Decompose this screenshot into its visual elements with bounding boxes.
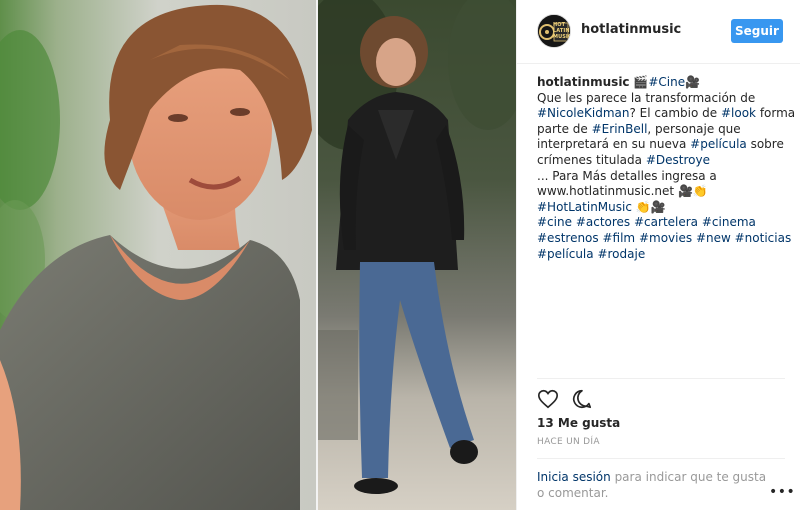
post-image[interactable] bbox=[0, 0, 516, 510]
closeup-illustration bbox=[0, 0, 316, 510]
hashtag-link[interactable]: #NicoleKidman bbox=[537, 106, 630, 120]
post-side-panel: HOT LATIN MUSIC hotlatinmusic Seguir hot… bbox=[516, 0, 800, 510]
hashtag-link[interactable]: #película bbox=[690, 137, 747, 151]
more-options-icon[interactable]: ••• bbox=[769, 484, 795, 500]
caption-line-6: crímenes titulada #Destroye bbox=[537, 153, 789, 169]
hashtag-link[interactable]: #estrenos bbox=[537, 231, 599, 245]
camera-clap-icon: 🎥👏 bbox=[677, 184, 708, 199]
caption-text: interpretará en su nueva bbox=[537, 137, 691, 152]
hashtag-link[interactable]: #HotLatinMusic bbox=[537, 200, 632, 214]
caption-text: sobre bbox=[746, 137, 784, 152]
hashtag-link[interactable]: #cinema bbox=[702, 215, 756, 229]
caption-text: parte de bbox=[537, 121, 592, 136]
caption-line-8: www.hotlatinmusic.net 🎥👏 bbox=[537, 184, 789, 200]
caption-line-11: #estrenos #film #movies #new #noticias bbox=[537, 231, 792, 247]
hashtag-link[interactable]: #film bbox=[602, 231, 635, 245]
camera-icon: 🎥 bbox=[685, 75, 701, 89]
caption-line-3: #NicoleKidman? El cambio de #look forma bbox=[537, 106, 795, 122]
hashtag-link[interactable]: #cine bbox=[537, 215, 572, 229]
login-prompt: Inicia sesión para indicar que te gusta … bbox=[537, 469, 777, 501]
caption-text: , personaje que bbox=[647, 121, 741, 136]
hashtag-link[interactable]: #noticias bbox=[735, 231, 792, 245]
caption-text: ? El cambio de bbox=[629, 106, 721, 121]
avatar[interactable]: HOT LATIN MUSIC bbox=[537, 14, 571, 48]
caption-text: forma bbox=[756, 106, 796, 121]
caption-line-5: interpretará en su nueva #película sobre bbox=[537, 137, 789, 153]
actions-divider bbox=[537, 378, 785, 379]
caption-line-9: #HotLatinMusic 👏🎥 bbox=[537, 200, 789, 216]
hashtag-link[interactable]: #Cine bbox=[648, 75, 685, 89]
caption-line-1: hotlatinmusic 🎬#Cine🎥 bbox=[537, 75, 789, 91]
hashtag-link[interactable]: #movies bbox=[639, 231, 692, 245]
comment-icon[interactable] bbox=[571, 388, 593, 410]
login-divider bbox=[537, 458, 785, 459]
caption-line-12: #película #rodaje bbox=[537, 247, 789, 263]
photo-fullbody bbox=[318, 0, 516, 510]
clapper-icon: 🎬 bbox=[633, 75, 649, 89]
hashtag-link[interactable]: #película bbox=[537, 247, 594, 261]
instagram-post: HOT LATIN MUSIC hotlatinmusic Seguir hot… bbox=[0, 0, 800, 510]
caption-text: crímenes titulada bbox=[537, 152, 646, 167]
post-caption: hotlatinmusic 🎬#Cine🎥 Que les parece la … bbox=[537, 75, 795, 263]
fullbody-illustration bbox=[318, 0, 516, 510]
clap-camera-icon: 👏🎥 bbox=[631, 199, 666, 214]
caption-line-7: ... Para Más detalles ingresa a bbox=[537, 168, 717, 183]
caption-line-2: Que les parece la transformación de bbox=[537, 90, 756, 105]
caption-username[interactable]: hotlatinmusic bbox=[537, 75, 630, 89]
caption-line-10: #cine #actores #cartelera #cinema bbox=[537, 215, 789, 231]
post-timestamp[interactable]: HACE UN DÍA bbox=[537, 437, 600, 447]
hashtag-link[interactable]: #Destroye bbox=[646, 153, 710, 167]
avatar-text: HOT LATIN MUSIC bbox=[553, 22, 571, 40]
hashtag-link[interactable]: #ErinBell bbox=[592, 122, 648, 136]
login-link[interactable]: Inicia sesión bbox=[537, 470, 611, 484]
post-header: HOT LATIN MUSIC hotlatinmusic Seguir bbox=[517, 0, 800, 64]
caption-line-4: parte de #ErinBell, personaje que bbox=[537, 122, 789, 138]
caption-text: www.hotlatinmusic.net bbox=[537, 184, 678, 199]
hashtag-link[interactable]: #rodaje bbox=[597, 247, 645, 261]
follow-button[interactable]: Seguir bbox=[731, 19, 783, 43]
header-username[interactable]: hotlatinmusic bbox=[581, 22, 681, 37]
photo-closeup bbox=[0, 0, 316, 510]
hashtag-link[interactable]: #new bbox=[696, 231, 731, 245]
heart-icon[interactable] bbox=[537, 388, 559, 410]
likes-count[interactable]: 13 Me gusta bbox=[537, 416, 620, 430]
hashtag-link[interactable]: #cartelera bbox=[634, 215, 698, 229]
hashtag-link[interactable]: #look bbox=[721, 106, 756, 120]
hashtag-link[interactable]: #actores bbox=[576, 215, 630, 229]
